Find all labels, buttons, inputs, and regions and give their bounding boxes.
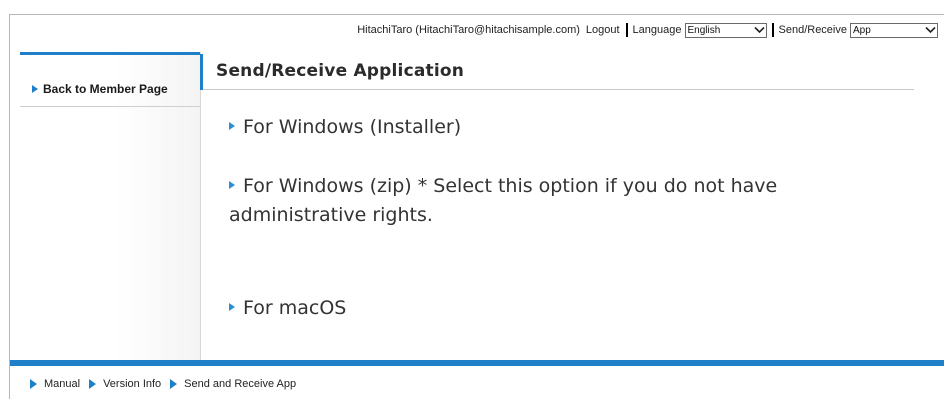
windows-installer-link[interactable]: For Windows (Installer)	[229, 113, 461, 142]
language-select-value: English	[687, 24, 721, 36]
triangle-right-icon	[32, 85, 38, 93]
title-underline	[203, 89, 914, 90]
sidebar-divider	[20, 106, 200, 107]
item-label: For macOS	[243, 297, 347, 319]
logout-link[interactable]: Logout	[586, 24, 620, 36]
language-select[interactable]: English	[684, 22, 767, 38]
back-link-label: Back to Member Page	[43, 82, 168, 96]
chevron-down-icon	[924, 24, 937, 37]
item-label: For Windows (zip) * Select this option i…	[229, 175, 778, 226]
footer-link-label: Manual	[44, 378, 81, 390]
windows-zip-link[interactable]: For Windows (zip) * Select this option i…	[229, 172, 879, 230]
chevron-down-icon	[753, 24, 766, 37]
title-accent-bar	[200, 54, 203, 90]
triangle-right-icon	[229, 122, 235, 130]
footer-links: Manual Version Info Send and Receive App	[30, 378, 305, 390]
triangle-right-icon	[229, 181, 235, 189]
sidebar-accent-line	[20, 52, 200, 55]
macos-link[interactable]: For macOS	[229, 294, 346, 323]
footer-link-label: Send and Receive App	[184, 378, 297, 390]
sendreceive-select[interactable]: App	[850, 22, 938, 38]
footer-link-manual[interactable]: Manual	[30, 378, 80, 390]
footer-link-version-info[interactable]: Version Info	[89, 378, 161, 390]
separator	[625, 23, 628, 37]
page-title: Send/Receive Application	[216, 61, 465, 81]
main-title-bar: Send/Receive Application	[200, 54, 914, 90]
back-to-member-page-link[interactable]: Back to Member Page	[32, 82, 168, 96]
triangle-right-icon	[229, 303, 235, 311]
footer-link-label: Version Info	[103, 378, 162, 390]
sidebar: Back to Member Page	[10, 52, 201, 360]
footer-link-send-receive-app[interactable]: Send and Receive App	[170, 378, 296, 390]
header-bar: HitachiTaro (HitachiTaro@hitachisample.c…	[10, 15, 944, 45]
language-label: Language	[632, 24, 682, 36]
item-label: For Windows (Installer)	[243, 116, 462, 138]
sendreceive-label: Send/Receive	[778, 24, 848, 36]
sendreceive-select-value: App	[853, 24, 871, 36]
triangle-right-icon	[170, 379, 178, 389]
user-info: HitachiTaro (HitachiTaro@hitachisample.c…	[357, 24, 580, 36]
triangle-right-icon	[30, 379, 37, 389]
footer-accent-bar	[10, 360, 944, 366]
separator	[771, 23, 774, 37]
triangle-right-icon	[89, 379, 97, 389]
